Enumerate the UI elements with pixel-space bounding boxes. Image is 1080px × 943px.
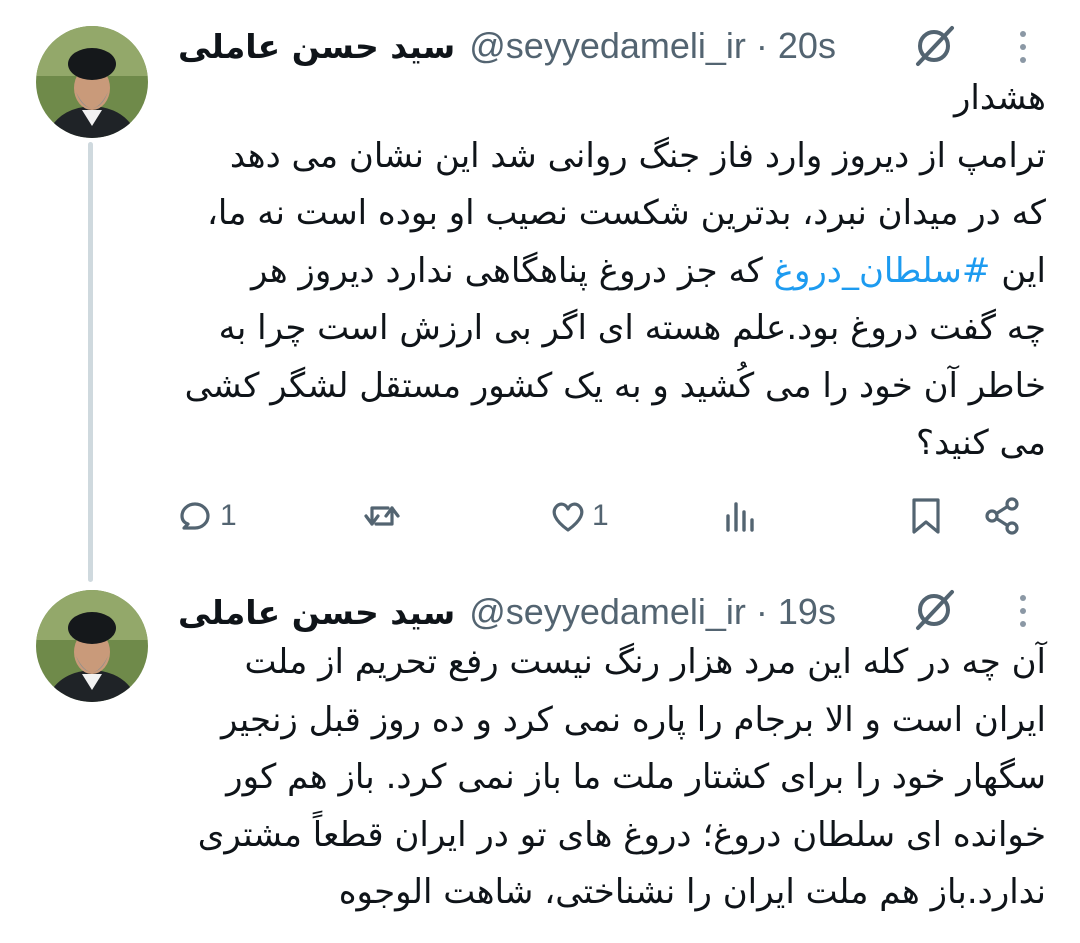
tweet-line: ترامپ از دیروز وارد فاز جنگ روانی شد این… [229, 135, 1046, 176]
text-segment: که جز دروغ پناهگاهی ندارد دیروز هر [250, 250, 774, 291]
tweet-line: ایران است و الا برجام را پاره نمی کرد و … [220, 699, 1046, 740]
thread-connector [88, 142, 93, 582]
share-icon [985, 497, 1019, 535]
hashtag-link[interactable]: #سلطان_دروغ [774, 251, 991, 291]
more-icon[interactable] [1008, 586, 1038, 636]
timestamp[interactable]: · 20s [756, 25, 836, 67]
like-count: 1 [592, 499, 609, 532]
avatar[interactable] [36, 590, 148, 702]
tweet-line-with-hashtag: این #سلطان_دروغ که جز دروغ پناهگاهی ندار… [172, 243, 1046, 301]
tweet-text: آن چه در کله این مرد هزار رنگ نیست رفع ت… [172, 634, 1046, 922]
reply-count: 1 [220, 499, 237, 532]
like-button[interactable]: 1 [546, 488, 609, 544]
display-name[interactable]: سید حسن عاملی [178, 593, 455, 632]
reply-button[interactable]: 1 [174, 488, 237, 544]
share-button[interactable] [980, 488, 1024, 544]
tweet-line: سگهار خود را برای کشتار ملت ما باز نمی ک… [226, 757, 1046, 797]
tweet-line: چه گفت دروغ بود.علم هسته ای اگر بی ارزش … [218, 308, 1046, 348]
tweet-actions: 1 1 [172, 488, 1042, 544]
grok-icon[interactable] [910, 22, 958, 70]
handle[interactable]: @seyyedameli_ir [469, 591, 746, 633]
views-icon [726, 502, 754, 532]
bookmark-button[interactable] [904, 488, 948, 544]
timestamp[interactable]: · 19s [756, 591, 836, 633]
tweet-line: خاطر آن خود را می کُشید و به یک کشور مست… [184, 365, 1046, 406]
like-icon [552, 502, 584, 532]
tweet-line: خوانده ای سلطان دروغ؛ دروغ های تو در ایر… [197, 814, 1046, 855]
tweet-line: هشدار [954, 78, 1046, 118]
retweet-button[interactable] [360, 488, 404, 544]
display-name[interactable]: سید حسن عاملی [178, 27, 455, 66]
tweet-line: ندارد.باز هم ملت ایران را نشناختی، شاهت … [338, 872, 1046, 912]
text-segment: این [990, 250, 1046, 291]
tweet-line: آن چه در کله این مرد هزار رنگ نیست رفع ت… [244, 642, 1046, 682]
views-button[interactable] [718, 488, 762, 544]
handle[interactable]: @seyyedameli_ir [469, 25, 746, 67]
tweet-line: که در میدان نبرد، بدترین شکست نصیب او بو… [206, 193, 1046, 233]
more-icon[interactable] [1008, 22, 1038, 72]
grok-icon[interactable] [910, 586, 958, 634]
bookmark-icon [912, 498, 940, 534]
tweet-line: می کنید؟ [916, 423, 1046, 463]
tweet-text: هشدار ترامپ از دیروز وارد فاز جنگ روانی … [172, 70, 1046, 473]
avatar[interactable] [36, 26, 148, 138]
retweet-icon [364, 506, 400, 526]
reply-icon [180, 502, 210, 530]
